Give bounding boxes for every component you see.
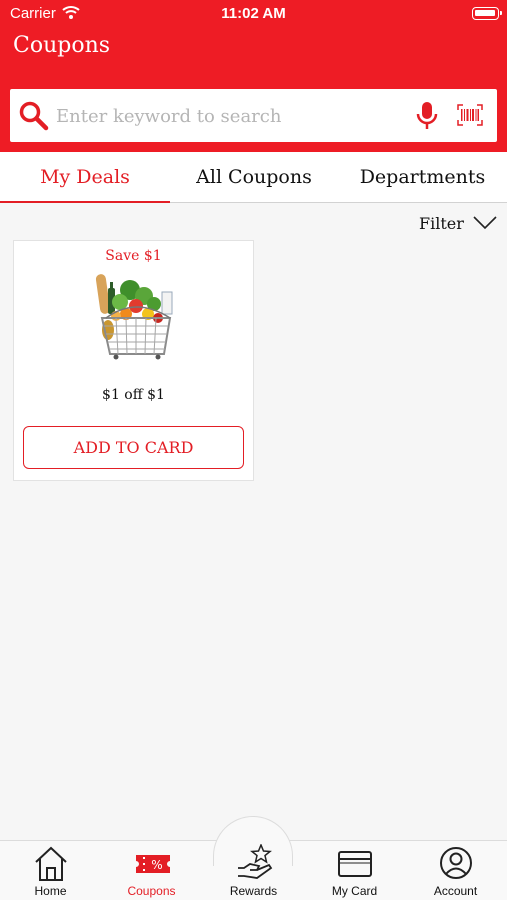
coupon-ticket-icon: %: [135, 844, 171, 885]
search-input[interactable]: [56, 101, 396, 131]
barcode-scan-icon[interactable]: [457, 104, 483, 130]
nav-rewards[interactable]: Rewards: [203, 840, 304, 900]
microphone-icon[interactable]: [416, 101, 438, 135]
coupon-offer-text: $1 off $1: [102, 387, 165, 403]
nav-my-card-label: My Card: [331, 884, 378, 898]
nav-my-card[interactable]: My Card: [304, 840, 405, 900]
page-title: Coupons: [13, 33, 111, 58]
chevron-down-icon: [473, 214, 497, 234]
svg-text:%: %: [151, 858, 162, 872]
card-icon: [338, 844, 372, 885]
add-to-card-button[interactable]: ADD TO CARD: [23, 426, 244, 469]
coupon-card: Save $1 $1 off $1 ADD TO CARD: [13, 240, 254, 481]
coupon-tabs: My Deals All Coupons Departments: [0, 152, 507, 203]
home-icon: [34, 844, 68, 885]
tab-my-deals[interactable]: My Deals: [0, 152, 170, 203]
filter-label: Filter: [419, 214, 464, 233]
nav-home-label: Home: [34, 884, 67, 898]
nav-rewards-label: Rewards: [229, 884, 278, 898]
coupon-save-text: Save $1: [105, 248, 162, 264]
nav-account-label: Account: [433, 884, 478, 898]
grocery-basket-image: [92, 270, 178, 364]
app-header: Carrier 11:02 AM Coupons: [0, 0, 507, 152]
status-bar: Carrier 11:02 AM: [0, 0, 507, 30]
nav-home[interactable]: Home: [0, 840, 101, 900]
tab-departments[interactable]: Departments: [338, 152, 507, 203]
battery-icon: [472, 7, 502, 20]
status-time: 11:02 AM: [221, 5, 286, 22]
account-icon: [439, 844, 473, 885]
nav-coupons-label: Coupons: [127, 884, 176, 898]
rewards-hand-star-icon: [237, 843, 273, 885]
search-icon[interactable]: [18, 100, 50, 136]
search-bar: [10, 89, 497, 142]
tab-all-coupons[interactable]: All Coupons: [170, 152, 338, 203]
nav-account[interactable]: Account: [405, 840, 506, 900]
nav-coupons[interactable]: % Coupons: [101, 840, 202, 900]
